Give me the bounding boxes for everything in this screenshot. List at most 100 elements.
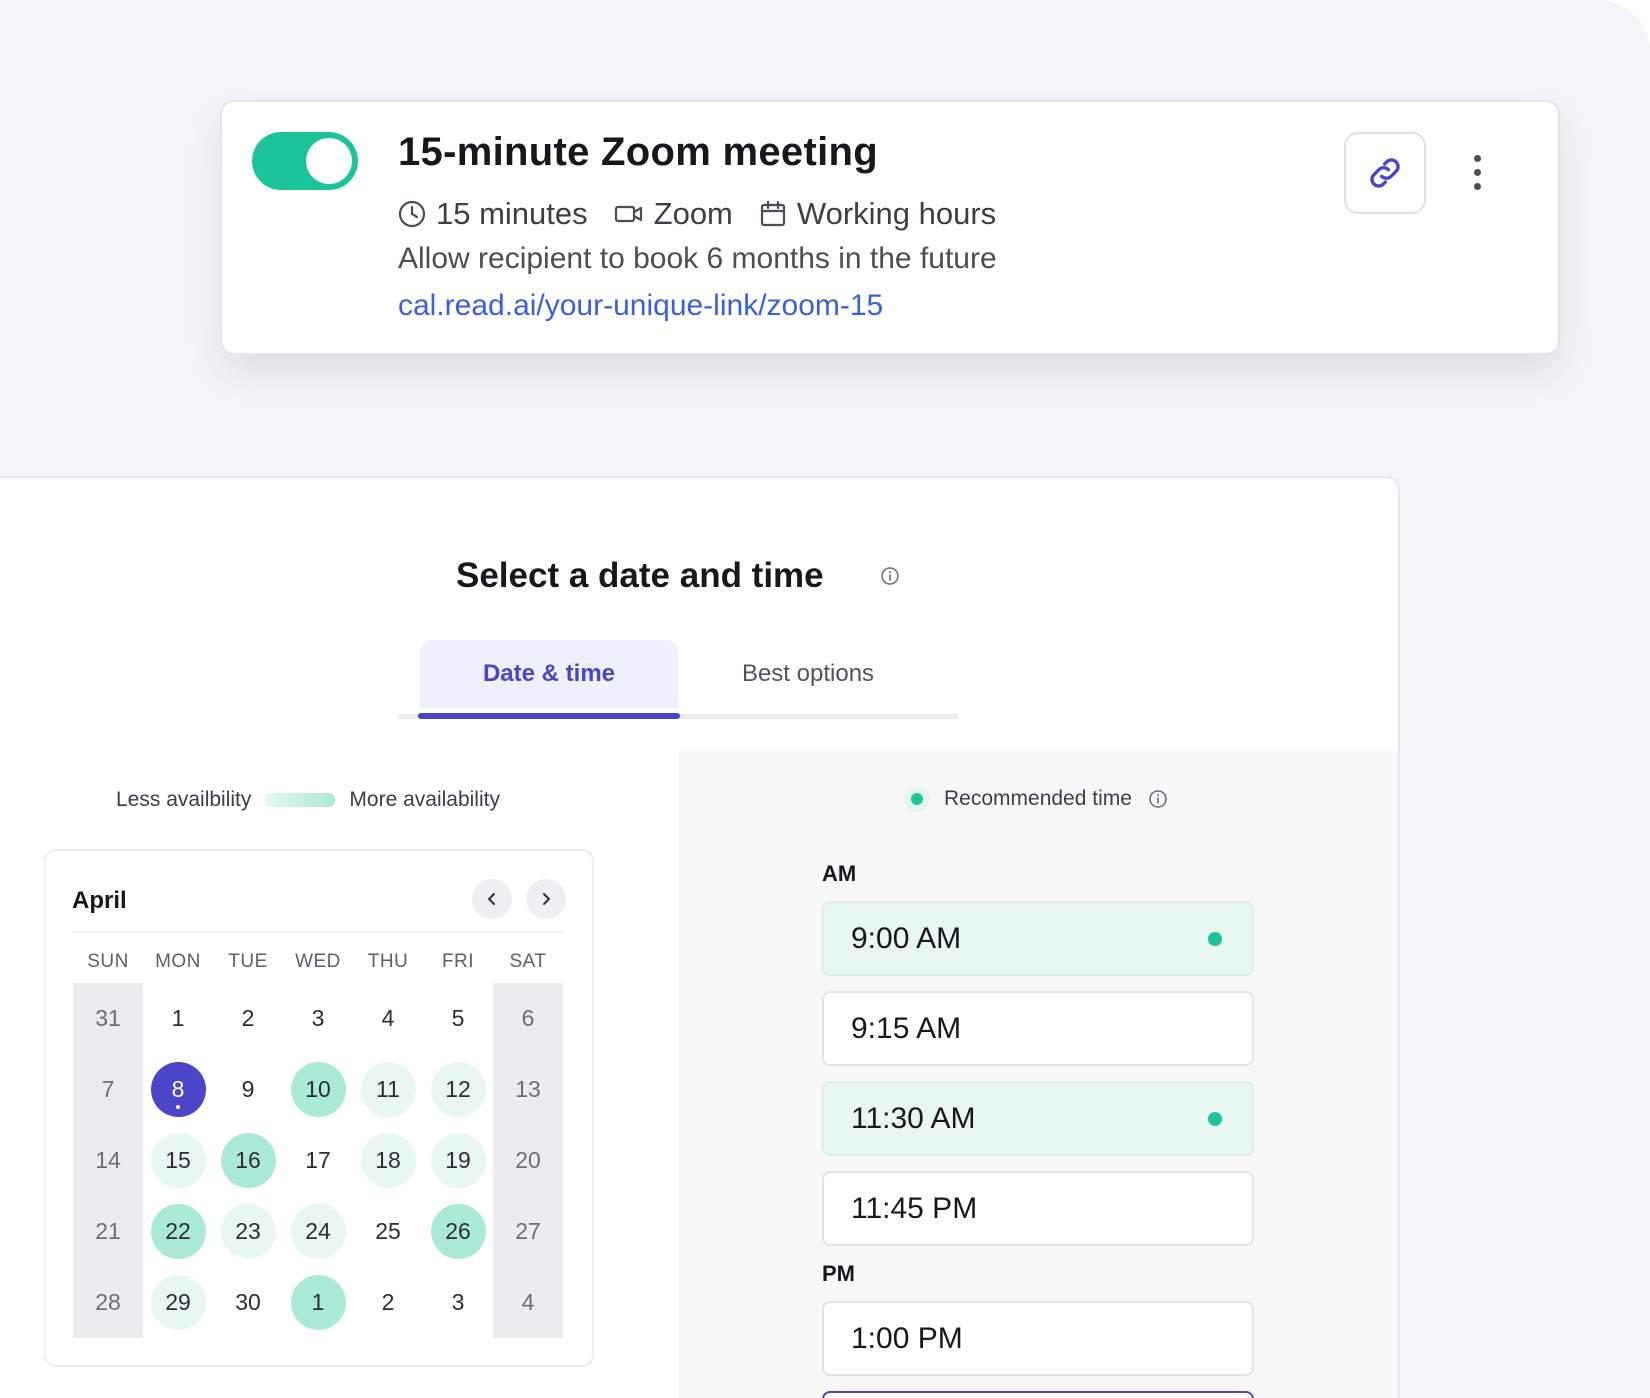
- copy-link-button[interactable]: [1344, 132, 1426, 214]
- calendar-day[interactable]: 29: [143, 1267, 213, 1338]
- pm-heading: PM: [822, 1261, 855, 1286]
- calendar-day-number: 24: [290, 1204, 346, 1259]
- recommended-label: Recommended time: [944, 787, 1132, 810]
- calendar-day[interactable]: 18: [353, 1125, 423, 1196]
- link-icon: [1370, 158, 1400, 188]
- calendar-day[interactable]: 4: [353, 983, 423, 1054]
- more-options-button[interactable]: [1462, 142, 1492, 202]
- calendar-day[interactable]: 9: [213, 1054, 283, 1125]
- calendar-day-number: 18: [360, 1133, 416, 1188]
- availability-meta: Working hours: [759, 196, 996, 232]
- kebab-dot: [1473, 182, 1481, 190]
- duration-meta: 15 minutes: [398, 196, 588, 232]
- calendar-day[interactable]: 21: [73, 1196, 143, 1267]
- calendar-day-number: 4: [381, 1005, 395, 1031]
- next-month-button[interactable]: [526, 879, 566, 919]
- active-tab-indicator: [418, 713, 680, 719]
- calendar-day[interactable]: 11: [353, 1054, 423, 1125]
- more-availability-label: More availability: [349, 788, 500, 811]
- event-title: 15-minute Zoom meeting: [398, 130, 878, 174]
- time-slot[interactable]: 9:15 AM: [822, 991, 1254, 1066]
- calendar-day[interactable]: 25: [353, 1196, 423, 1267]
- calendar-divider: [72, 931, 564, 933]
- info-icon: [1149, 790, 1167, 808]
- calendar-day[interactable]: 17: [283, 1125, 353, 1196]
- calendar-day-number: 22: [150, 1204, 206, 1259]
- calendar-day[interactable]: 2: [213, 983, 283, 1054]
- calendar-day[interactable]: 6: [493, 983, 563, 1054]
- event-booking-link[interactable]: cal.read.ai/your-unique-link/zoom-15: [398, 289, 883, 323]
- tab-best-options[interactable]: Best options: [678, 640, 938, 708]
- calendar-day[interactable]: 19: [423, 1125, 493, 1196]
- event-type-card: 15-minute Zoom meeting 15 minutes Zoom W…: [220, 100, 1560, 355]
- calendar-day-number: 15: [150, 1133, 206, 1188]
- recommended-info[interactable]: [1148, 789, 1168, 809]
- less-availability-label: Less availbility: [116, 788, 252, 811]
- calendar-day-number: 17: [305, 1147, 331, 1173]
- previous-month-button[interactable]: [472, 879, 512, 919]
- calendar-day-number: 11: [360, 1062, 416, 1117]
- time-slot-label: 9:00 AM: [851, 921, 962, 955]
- time-slot[interactable]: 11:45 PM: [822, 1171, 1254, 1246]
- calendar-day-number: 10: [290, 1062, 346, 1117]
- kebab-dot: [1473, 168, 1481, 176]
- calendar-day[interactable]: 3: [283, 983, 353, 1054]
- availability-text: Working hours: [796, 196, 997, 231]
- time-slot-label: 11:30 AM: [851, 1101, 976, 1135]
- calendar-day-number: 2: [241, 1005, 255, 1031]
- calendar-day[interactable]: 14: [73, 1125, 143, 1196]
- calendar-day[interactable]: 22: [143, 1196, 213, 1267]
- calendar-day[interactable]: 3: [423, 1267, 493, 1338]
- calendar-day[interactable]: 26: [423, 1196, 493, 1267]
- calendar-day[interactable]: 31: [73, 983, 143, 1054]
- calendar-day[interactable]: 28: [73, 1267, 143, 1338]
- calendar-day[interactable]: 1: [143, 983, 213, 1054]
- event-enabled-toggle[interactable]: [252, 132, 358, 190]
- time-slot-label: 11:45 PM: [851, 1191, 978, 1225]
- calendar-day[interactable]: 8: [143, 1054, 213, 1125]
- time-slot[interactable]: 1:00 PM: [822, 1301, 1254, 1376]
- calendar-day-number: 23: [220, 1204, 276, 1259]
- tab-date-time[interactable]: Date & time: [420, 640, 678, 708]
- calendar-day[interactable]: 15: [143, 1125, 213, 1196]
- availability-gradient: [265, 793, 336, 807]
- calendar-day[interactable]: 2: [353, 1267, 423, 1338]
- duration-text: 15 minutes: [436, 196, 588, 231]
- calendar-day-number: 28: [95, 1289, 121, 1315]
- calendar-day-number: 3: [311, 1005, 325, 1031]
- time-slot[interactable]: 9:00 AM: [822, 901, 1254, 976]
- time-slot[interactable]: [822, 1391, 1254, 1398]
- calendar-day[interactable]: 12: [423, 1054, 493, 1125]
- calendar-day[interactable]: 20: [493, 1125, 563, 1196]
- calendar-week: 21 22 23 24 25 26 27: [73, 1196, 563, 1267]
- calendar-day[interactable]: 5: [423, 983, 493, 1054]
- calendar-day[interactable]: 16: [213, 1125, 283, 1196]
- calendar-day[interactable]: 4: [493, 1267, 563, 1338]
- calendar-day-number: 3: [451, 1289, 465, 1315]
- calendar-day[interactable]: 24: [283, 1196, 353, 1267]
- weekday-label: WED: [295, 951, 341, 972]
- calendar-day[interactable]: 1: [283, 1267, 353, 1338]
- calendar-day-number: 21: [95, 1218, 121, 1244]
- calendar-day[interactable]: 10: [283, 1054, 353, 1125]
- calendar-day-number: 1: [290, 1275, 346, 1330]
- calendar-week: 31 1 2 3 4 5 6: [73, 983, 563, 1054]
- calendar-week: 28 29 30 1 2 3 4: [73, 1267, 563, 1338]
- event-meta-row: 15 minutes Zoom Working hours: [398, 194, 1022, 234]
- weekday-label: THU: [367, 951, 409, 972]
- info-icon[interactable]: [880, 566, 900, 586]
- calendar-day-number: 16: [220, 1133, 276, 1188]
- time-slot[interactable]: 11:30 AM: [822, 1081, 1254, 1156]
- calendar-day-number: 29: [150, 1275, 206, 1330]
- calendar-day[interactable]: 30: [213, 1267, 283, 1338]
- chevron-left-icon: [488, 893, 495, 905]
- weekday-label: MON: [155, 951, 201, 972]
- calendar-day[interactable]: 23: [213, 1196, 283, 1267]
- calendar-day[interactable]: 7: [73, 1054, 143, 1125]
- recommended-indicator: [1208, 931, 1222, 946]
- calendar-day-number: 1: [171, 1005, 185, 1031]
- calendar-day[interactable]: 27: [493, 1196, 563, 1267]
- calendar-day-number: 12: [430, 1062, 486, 1117]
- calendar-day-number: 8: [150, 1062, 206, 1117]
- calendar-day[interactable]: 13: [493, 1054, 563, 1125]
